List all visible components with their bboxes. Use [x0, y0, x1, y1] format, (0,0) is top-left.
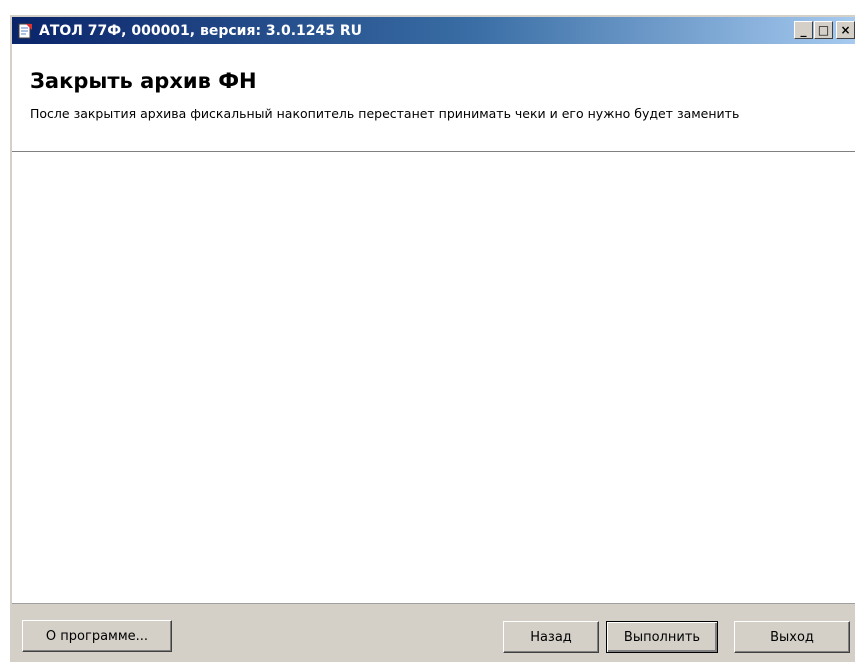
title-bar[interactable]: АТОЛ 77Ф, 000001, версия: 3.0.1245 RU _ …	[12, 17, 855, 44]
close-button[interactable]: ×	[836, 21, 855, 39]
about-button[interactable]: О программе...	[22, 620, 172, 652]
page-description: После закрытия архива фискальный накопит…	[30, 106, 740, 121]
wizard-header: Закрыть архив ФН После закрытия архива ф…	[12, 44, 855, 152]
app-document-icon	[16, 22, 34, 40]
maximize-button[interactable]: □	[814, 21, 833, 39]
run-button[interactable]: Выполнить	[606, 621, 718, 653]
page-title: Закрыть архив ФН	[30, 69, 257, 93]
window-controls: _ □ ×	[793, 21, 855, 39]
minimize-button[interactable]: _	[794, 21, 813, 39]
wizard-footer: О программе... Назад Выполнить Выход	[12, 603, 855, 662]
app-window: АТОЛ 77Ф, 000001, версия: 3.0.1245 RU _ …	[9, 14, 855, 662]
wizard-content-area	[12, 152, 855, 603]
window-title: АТОЛ 77Ф, 000001, версия: 3.0.1245 RU	[39, 22, 363, 39]
back-button[interactable]: Назад	[503, 621, 599, 653]
exit-button[interactable]: Выход	[734, 621, 850, 653]
